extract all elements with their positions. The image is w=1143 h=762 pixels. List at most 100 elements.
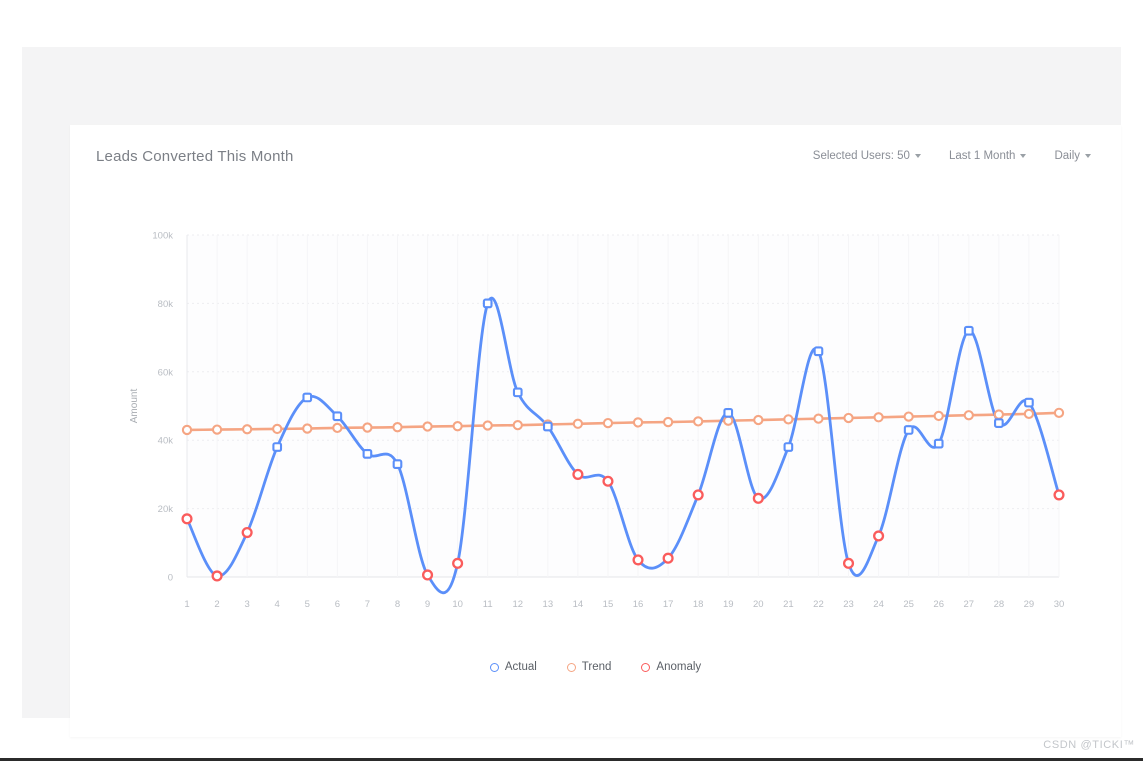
anomaly-data-point[interactable]: [662, 552, 674, 564]
y-tick-label: 40k: [158, 436, 174, 447]
trend-data-point[interactable]: [241, 424, 253, 435]
anomaly-data-point[interactable]: [1053, 489, 1065, 501]
trend-data-point[interactable]: [632, 417, 644, 428]
actual-data-point[interactable]: [723, 407, 734, 418]
trend-data-point[interactable]: [783, 414, 794, 425]
legend-marker-icon: [641, 662, 651, 672]
y-tick-label: 0: [168, 573, 173, 584]
anomaly-data-point[interactable]: [211, 570, 223, 582]
x-tick-label: 28: [994, 599, 1005, 610]
anomaly-data-point[interactable]: [752, 492, 764, 504]
trend-data-point[interactable]: [452, 421, 463, 432]
x-tick-label: 15: [603, 599, 614, 610]
trend-data-point[interactable]: [813, 413, 824, 424]
trend-data-point[interactable]: [272, 423, 283, 435]
x-tick-label: 2: [214, 599, 219, 610]
actual-data-point[interactable]: [392, 459, 403, 469]
x-tick-label: 7: [365, 599, 370, 610]
legend-item-anomaly[interactable]: Anomaly: [641, 661, 701, 673]
x-tick-label: 26: [933, 599, 944, 610]
trend-data-point[interactable]: [302, 423, 313, 434]
anomaly-data-point[interactable]: [602, 475, 614, 487]
x-tick-label: 12: [512, 599, 523, 610]
trend-data-point[interactable]: [903, 411, 914, 422]
x-tick-label: 25: [903, 599, 914, 610]
trend-data-point[interactable]: [482, 420, 493, 431]
x-tick-label: 8: [395, 599, 400, 610]
actual-data-point[interactable]: [362, 449, 373, 459]
y-tick-label: 100k: [152, 231, 173, 242]
trend-data-point[interactable]: [693, 416, 704, 427]
actual-data-point[interactable]: [963, 325, 974, 336]
trend-data-point[interactable]: [392, 422, 403, 433]
trend-data-point[interactable]: [723, 415, 734, 426]
trend-data-point[interactable]: [662, 416, 674, 428]
trend-data-point[interactable]: [181, 424, 193, 436]
chart-card: Leads Converted This Month Selected User…: [70, 125, 1121, 737]
actual-data-point[interactable]: [512, 387, 523, 398]
x-tick-label: 29: [1024, 599, 1035, 610]
actual-data-point[interactable]: [482, 298, 493, 309]
actual-data-point[interactable]: [302, 392, 313, 403]
anomaly-data-point[interactable]: [181, 513, 193, 525]
actual-data-point[interactable]: [542, 421, 553, 432]
actual-data-point[interactable]: [994, 418, 1004, 428]
chart-legend: Actual Trend Anomaly: [70, 661, 1121, 673]
x-tick-label: 3: [244, 599, 249, 610]
anomaly-data-point[interactable]: [692, 489, 704, 501]
x-tick-label: 19: [723, 599, 734, 610]
x-tick-label: 30: [1054, 599, 1065, 610]
x-tick-label: 24: [873, 599, 884, 610]
actual-data-point[interactable]: [332, 411, 343, 422]
x-tick-label: 4: [275, 599, 280, 610]
trend-data-point[interactable]: [422, 421, 433, 432]
anomaly-data-point[interactable]: [632, 554, 644, 566]
trend-data-point[interactable]: [1023, 408, 1035, 420]
x-tick-label: 21: [783, 599, 794, 610]
chart-plot-area: 0 20k 40k 60k 80k 100k Amount 1 2 3 4 5 6 7 8 9 10 11 12 13…: [70, 125, 1121, 737]
x-tick-label: 17: [663, 599, 674, 610]
y-tick-label: 60k: [158, 367, 174, 378]
anomaly-data-point[interactable]: [572, 468, 584, 480]
actual-data-point[interactable]: [813, 346, 824, 357]
anomaly-data-point[interactable]: [842, 557, 855, 569]
y-tick-label: 80k: [158, 299, 174, 310]
x-tick-label: 11: [483, 599, 493, 610]
trend-data-point[interactable]: [933, 410, 944, 422]
y-tick-label: 20k: [158, 504, 174, 515]
trend-data-point[interactable]: [602, 417, 614, 429]
actual-data-point[interactable]: [783, 442, 794, 452]
x-tick-label: 20: [753, 599, 764, 610]
actual-data-point[interactable]: [933, 438, 944, 449]
legend-marker-icon: [489, 662, 499, 672]
trend-data-point[interactable]: [362, 422, 373, 433]
x-tick-label: 1: [184, 599, 189, 610]
anomaly-data-point[interactable]: [873, 530, 885, 542]
trend-data-point[interactable]: [963, 410, 974, 421]
trend-data-point[interactable]: [572, 418, 584, 429]
legend-item-actual[interactable]: Actual: [489, 661, 537, 673]
trend-data-point[interactable]: [993, 409, 1005, 420]
anomaly-data-point[interactable]: [452, 557, 464, 569]
trend-data-point[interactable]: [512, 420, 523, 431]
trend-data-point[interactable]: [843, 412, 854, 424]
x-tick-label: 27: [964, 599, 975, 610]
actual-data-point[interactable]: [272, 442, 283, 452]
anomaly-data-point[interactable]: [422, 569, 434, 581]
trend-data-point[interactable]: [753, 414, 764, 426]
legend-label: Anomaly: [656, 661, 702, 673]
actual-data-point[interactable]: [1024, 397, 1034, 408]
actual-data-point[interactable]: [903, 425, 914, 435]
trend-data-point[interactable]: [211, 424, 223, 435]
trend-data-point[interactable]: [332, 422, 343, 434]
x-tick-label: 22: [813, 599, 824, 610]
x-tick-label: 16: [633, 599, 644, 610]
x-tick-label: 6: [335, 599, 340, 610]
trend-data-point[interactable]: [1053, 407, 1065, 418]
anomaly-data-point[interactable]: [241, 526, 253, 539]
trend-data-point[interactable]: [873, 412, 884, 423]
x-tick-label: 10: [452, 599, 463, 610]
x-tick-label: 14: [573, 599, 584, 610]
y-axis-title: Amount: [129, 389, 140, 424]
legend-item-trend[interactable]: Trend: [566, 661, 611, 673]
